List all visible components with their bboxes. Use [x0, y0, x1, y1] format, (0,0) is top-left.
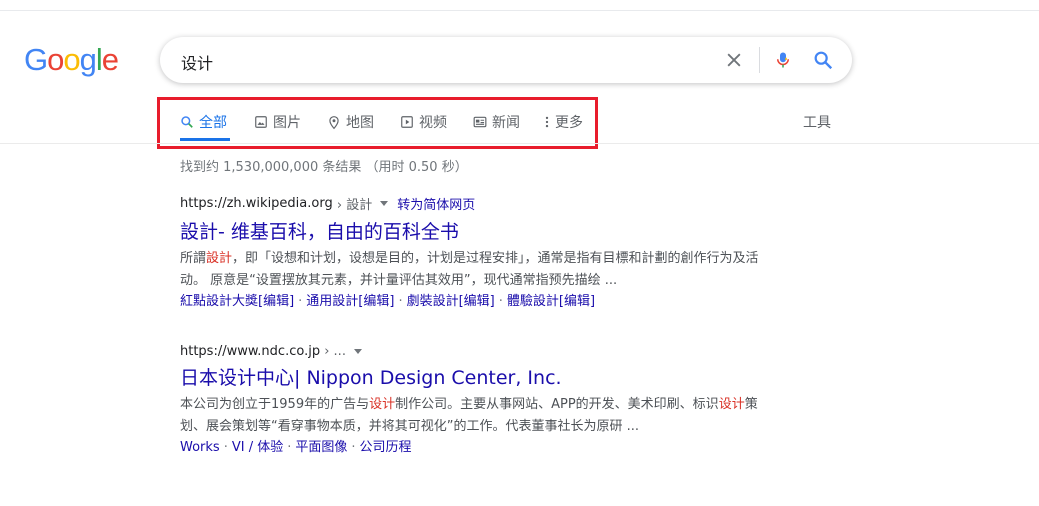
logo-letter: G — [24, 42, 48, 77]
logo-letter: o — [47, 42, 64, 77]
tools-button[interactable]: 工具 — [803, 112, 831, 132]
sitelink[interactable]: 體驗設計[编辑] — [507, 294, 595, 309]
chevron-down-icon[interactable] — [353, 349, 362, 354]
result-stats: 找到约 1,530,000,000 条结果 （用时 0.50 秒） — [180, 160, 468, 175]
search-result: https://zh.wikipedia.org › 設計 转为简体网页 設計-… — [180, 194, 780, 312]
search-divider — [759, 47, 760, 73]
search-icon[interactable] — [812, 49, 834, 71]
result-title[interactable]: 日本设计中心| Nippon Design Center, Inc. — [180, 365, 780, 391]
result-url[interactable]: https://www.ndc.co.jp — [180, 344, 320, 359]
result-citation[interactable]: https://www.ndc.co.jp › ... — [180, 344, 780, 359]
sitelink[interactable]: 通用設計[编辑] — [306, 294, 394, 309]
translate-link[interactable]: 转为简体网页 — [397, 194, 475, 213]
sitelink[interactable]: 公司历程 — [360, 440, 412, 455]
nav-divider — [0, 143, 1039, 144]
sitelink[interactable]: 平面图像 — [295, 440, 347, 455]
google-logo[interactable]: Google — [24, 42, 119, 78]
logo-letter: g — [79, 42, 97, 77]
result-title[interactable]: 設計- 维基百科，自由的百科全书 — [180, 219, 780, 245]
result-snippet: 所謂設計，即「设想和计划，设想是目的，计划是过程安排」，通常是指有目標和計劃的創… — [180, 248, 776, 292]
result-citation[interactable]: https://zh.wikipedia.org › 設計 转为简体网页 — [180, 194, 780, 213]
sitelinks: 紅點設計大獎[编辑] · 通用設計[编辑] · 劇裝設計[编辑] · 體驗設計[编辑] — [180, 294, 596, 309]
snippet-keyword: 设计 — [718, 397, 745, 412]
snippet-text: 所謂 — [180, 251, 207, 266]
sitelinks: Works · VI / 体验 · 平面图像 · 公司历程 — [180, 440, 412, 455]
snippet-keyword: 設計 — [206, 251, 233, 266]
sitelink[interactable]: VI / 体验 — [232, 440, 283, 455]
tabs-highlight-box — [157, 97, 598, 149]
logo-letter: e — [101, 42, 119, 77]
top-divider — [0, 10, 1039, 11]
result-url[interactable]: https://zh.wikipedia.org — [180, 196, 333, 211]
chevron-down-icon[interactable] — [380, 201, 389, 206]
result-path: › ... — [324, 344, 346, 359]
sitelink[interactable]: 劇裝設計[编辑] — [407, 294, 495, 309]
snippet-text: 制作公司。主要从事网站、APP的开发、美术印刷、标识 — [395, 397, 719, 412]
result-path: › 設計 — [336, 198, 373, 213]
logo-letter: o — [63, 42, 80, 77]
sitelink[interactable]: 紅點設計大獎[编辑] — [180, 294, 294, 309]
close-icon[interactable] — [724, 47, 744, 73]
search-result: https://www.ndc.co.jp › ... 日本设计中心| Nipp… — [180, 344, 780, 458]
snippet-text: 本公司为创立于1959年的广告与 — [180, 397, 370, 412]
snippet-text: ，即「设想和计划，设想是目的，计划是过程安排」，通常是指有目標和計劃的創作行为及… — [180, 251, 759, 288]
result-snippet: 本公司为创立于1959年的广告与设计制作公司。主要从事网站、APP的开发、美术印… — [180, 394, 776, 438]
sitelink[interactable]: Works — [180, 440, 220, 455]
snippet-keyword: 设计 — [369, 397, 396, 412]
search-box[interactable]: 设计 — [160, 37, 852, 83]
microphone-icon[interactable] — [774, 48, 792, 72]
search-input[interactable]: 设计 — [181, 50, 213, 74]
